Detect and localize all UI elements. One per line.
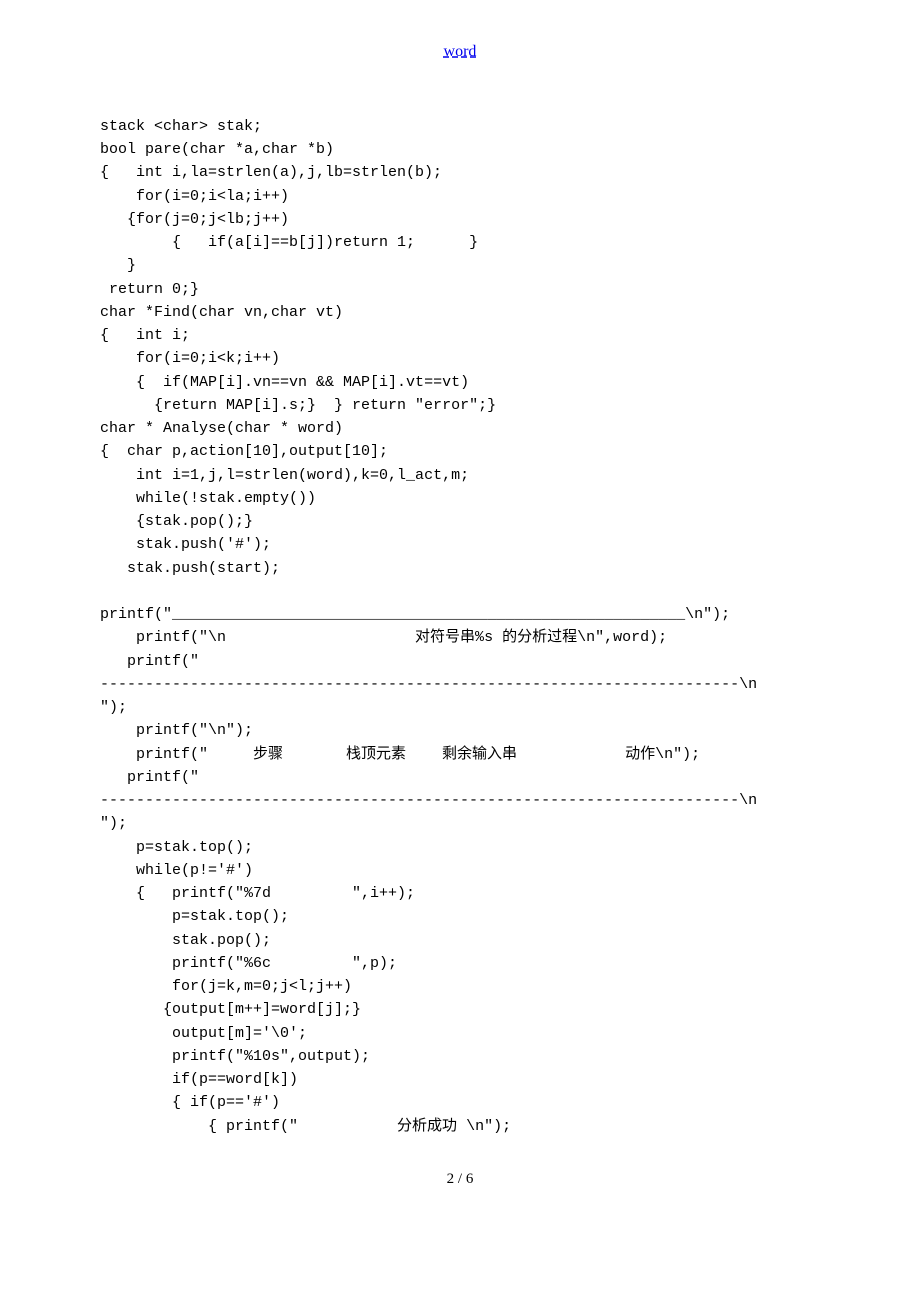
code-line: {return MAP[i].s;} } return "error";} — [100, 397, 496, 414]
code-line: stak.push(start); — [100, 560, 280, 577]
document-page: word stack <char> stak; bool pare(char *… — [0, 0, 920, 1231]
code-line: printf("%10s",output); — [100, 1048, 370, 1065]
code-line: for(j=k,m=0;j<l;j++) — [100, 978, 352, 995]
code-line: p=stak.top(); — [100, 908, 289, 925]
code-line: return 0;} — [100, 281, 199, 298]
code-line: { if(MAP[i].vn==vn && MAP[i].vt==vt) — [100, 374, 469, 391]
code-line: stak.pop(); — [100, 932, 271, 949]
code-line: "); — [100, 699, 127, 716]
code-line: { printf(" 分析成功 \n"); — [100, 1118, 511, 1135]
code-line: {stak.pop();} — [100, 513, 253, 530]
header-link-container: word — [100, 40, 820, 65]
code-content: stack <char> stak; bool pare(char *a,cha… — [100, 115, 820, 1138]
code-line: } — [100, 257, 136, 274]
code-line: while(p!='#') — [100, 862, 253, 879]
code-line: printf("\n 对符号串%s 的分析过程\n",word); — [100, 629, 667, 646]
page-number: 2 / 6 — [100, 1168, 820, 1191]
word-link[interactable]: word — [444, 43, 477, 60]
code-line: while(!stak.empty()) — [100, 490, 316, 507]
code-line: stack <char> stak; — [100, 118, 262, 135]
code-line: char * Analyse(char * word) — [100, 420, 343, 437]
code-line: { int i; — [100, 327, 190, 344]
code-line: int i=1,j,l=strlen(word),k=0,l_act,m; — [100, 467, 469, 484]
code-line: for(i=0;i<la;i++) — [100, 188, 289, 205]
code-line: printf("%6c ",p); — [100, 955, 397, 972]
code-line: ----------------------------------------… — [100, 676, 757, 693]
code-line: for(i=0;i<k;i++) — [100, 350, 280, 367]
code-line: { int i,la=strlen(a),j,lb=strlen(b); — [100, 164, 442, 181]
code-line: { char p,action[10],output[10]; — [100, 443, 388, 460]
code-line: output[m]='\0'; — [100, 1025, 307, 1042]
code-line: stak.push('#'); — [100, 536, 271, 553]
code-line: p=stak.top(); — [100, 839, 253, 856]
code-line: printf(" — [100, 653, 199, 670]
code-line: printf("________________________________… — [100, 606, 730, 623]
code-line: printf(" 步骤 栈顶元素 剩余输入串 动作\n"); — [100, 746, 700, 763]
code-line: printf(" — [100, 769, 199, 786]
code-line: { if(a[i]==b[j])return 1; } — [100, 234, 478, 251]
code-line: "); — [100, 815, 127, 832]
code-line: if(p==word[k]) — [100, 1071, 298, 1088]
code-line: { if(p=='#') — [100, 1094, 280, 1111]
code-line: { printf("%7d ",i++); — [100, 885, 415, 902]
code-line: printf("\n"); — [100, 722, 253, 739]
code-line: char *Find(char vn,char vt) — [100, 304, 343, 321]
code-line: ----------------------------------------… — [100, 792, 757, 809]
code-line: bool pare(char *a,char *b) — [100, 141, 334, 158]
code-line: {for(j=0;j<lb;j++) — [100, 211, 289, 228]
code-line: {output[m++]=word[j];} — [100, 1001, 361, 1018]
